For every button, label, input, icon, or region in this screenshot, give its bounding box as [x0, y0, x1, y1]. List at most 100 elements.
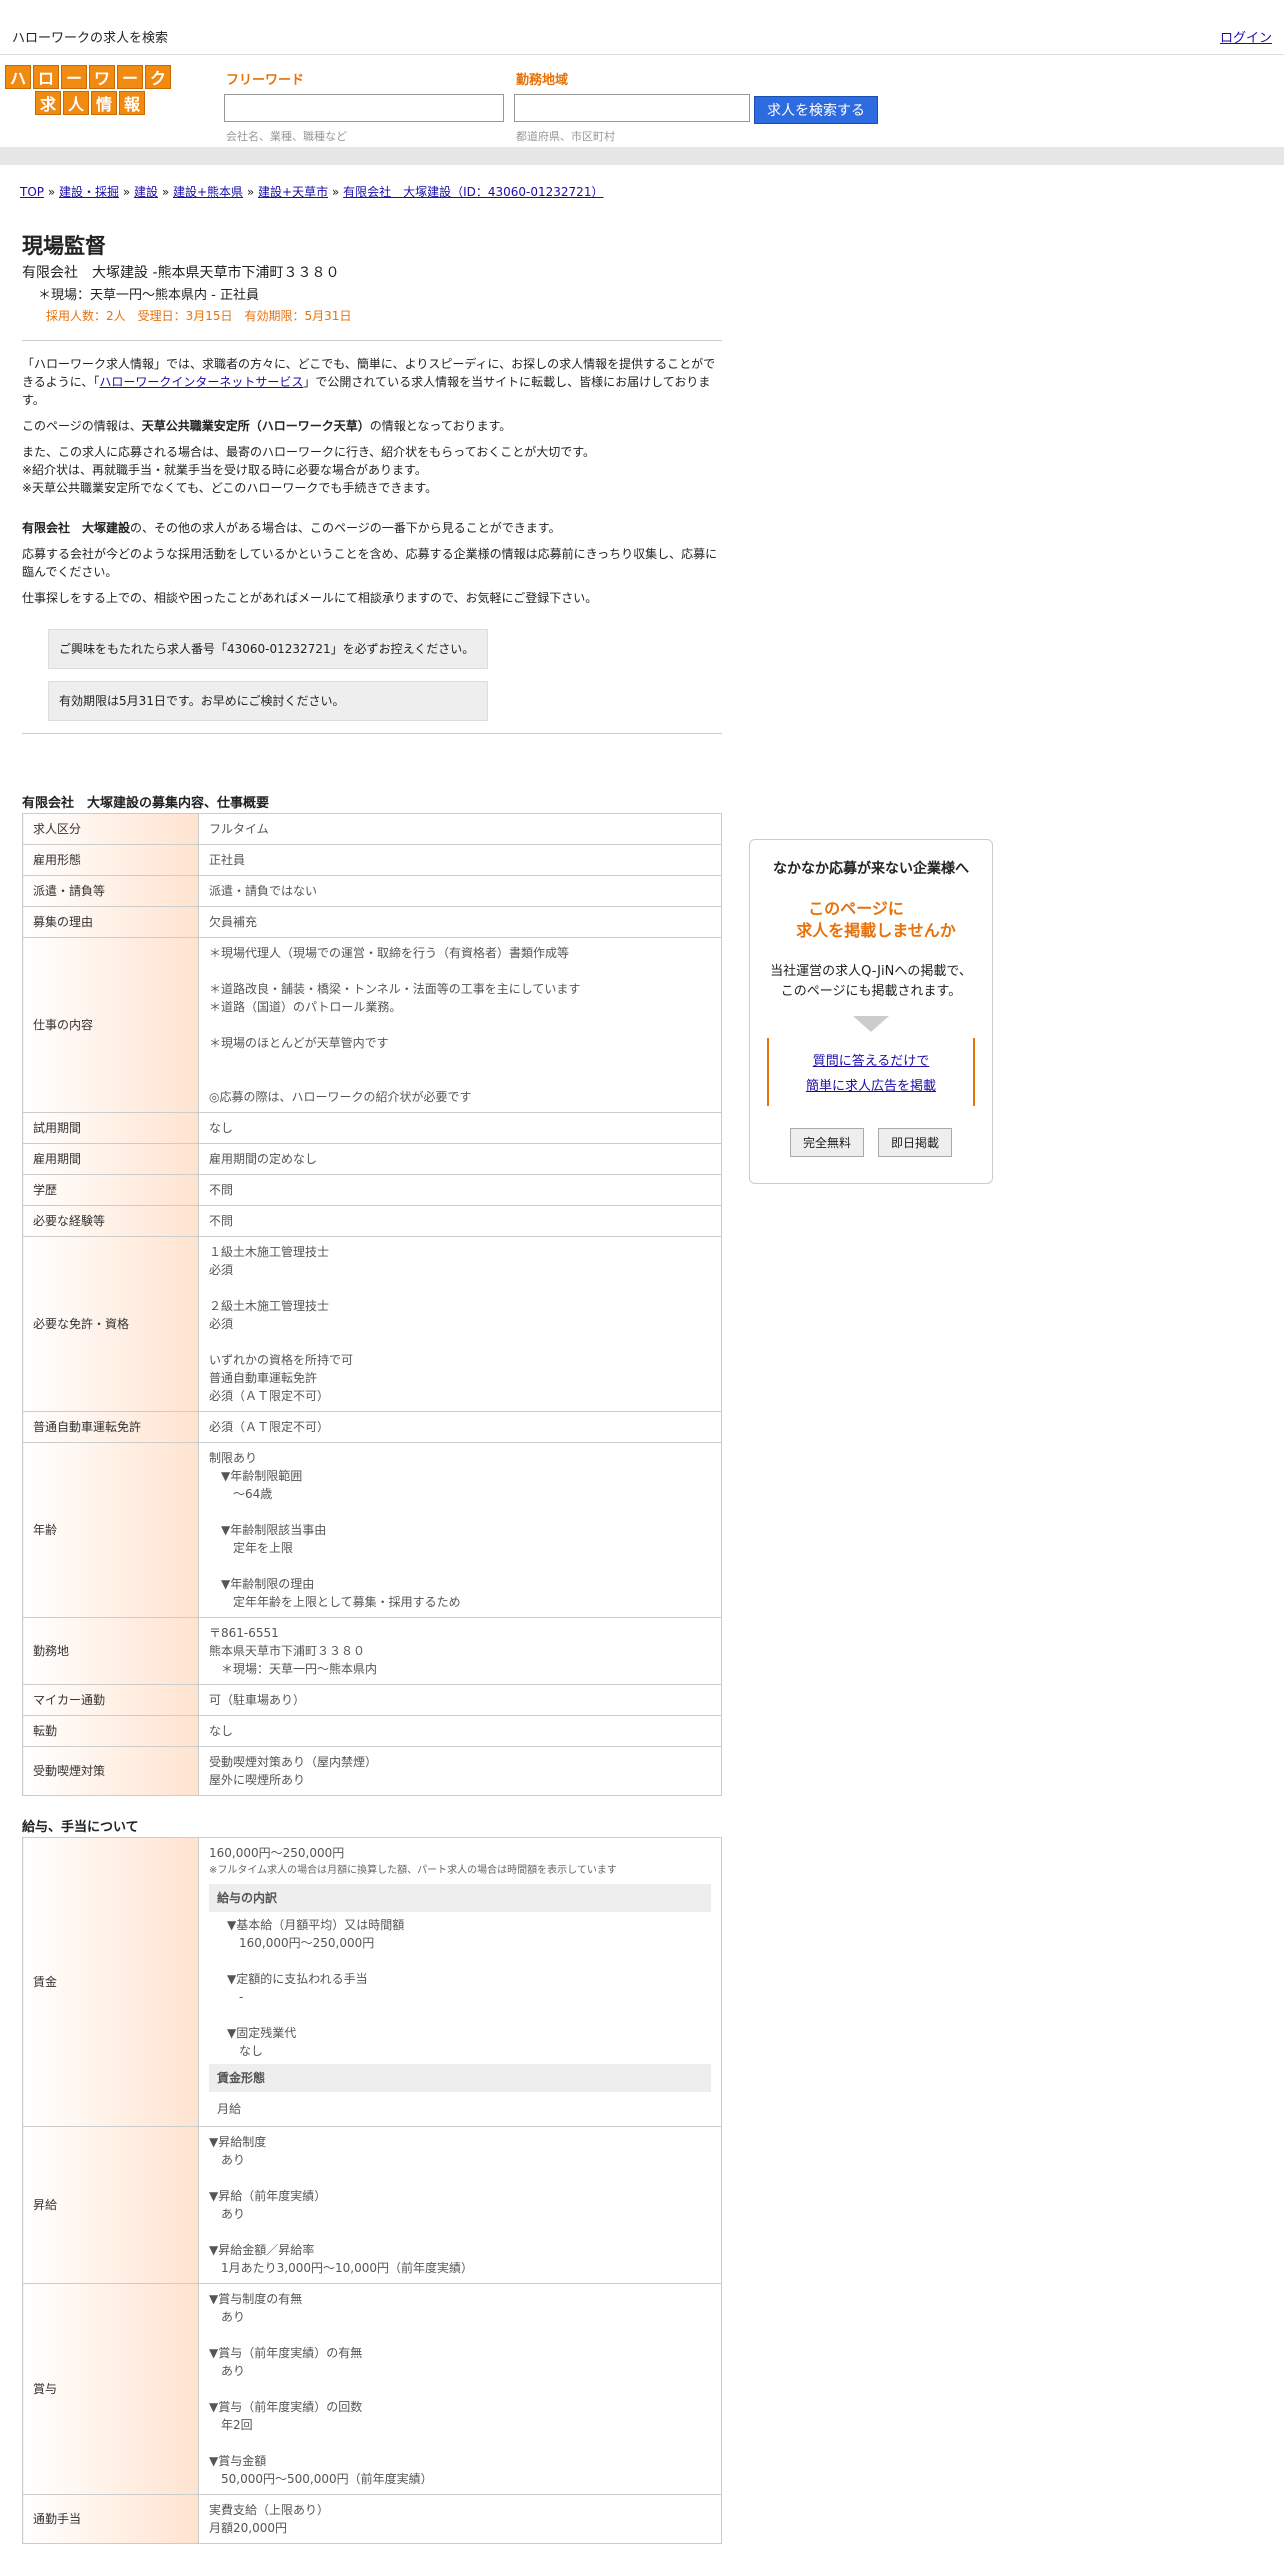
value-line: あり — [209, 2364, 246, 2378]
value-line: 必須（ＡＴ限定不可） — [209, 1389, 330, 1403]
value-line: なし — [209, 1121, 234, 1135]
breadcrumb-separator: » — [44, 185, 59, 199]
value-line: 屋外に喫煙所あり — [209, 1773, 306, 1787]
value-line: ▼賞与（前年度実績）の有無 — [209, 2346, 363, 2360]
row-label: 派遣・請負等 — [22, 875, 199, 907]
breadcrumb-link[interactable]: 建設+天草市 — [258, 185, 328, 199]
search-header: ハローワーク 求人情報 フリーワード 会社名、業種、職種など 勤務地域 都道府県… — [0, 55, 1284, 165]
site-title: ハローワークの求人を検索 — [12, 31, 169, 46]
table-row: 仕事の内容 ＊現場代理人（現場での運営・取締を行う（有資格者）書類作成等 ＊道路改良… — [22, 937, 722, 1113]
breadcrumb-link[interactable]: 建設・採掘 — [59, 185, 119, 199]
value-line: 年2回 — [209, 2418, 253, 2432]
value-line: あり — [209, 2153, 246, 2167]
value-line: フルタイム — [209, 822, 269, 836]
expiry-notice: 有効期限は5月31日です。お早めにご検討ください。 — [48, 681, 488, 721]
freeword-label: フリーワード — [226, 73, 305, 88]
wage-breakdown-title: 給与の内訳 — [209, 1884, 711, 1912]
logo-char: 求 — [35, 91, 61, 115]
consult-note: 仕事探しをする上での、相談や困ったことがあればメールにて相談承りますので、お気軽… — [22, 591, 598, 605]
value-line — [227, 1952, 711, 1970]
row-value: 必須（ＡＴ限定不可） — [198, 1411, 722, 1443]
office-info: このページの情報は、天草公共職業安定所（ハローワーク天草）の情報となっております… — [22, 419, 512, 433]
row-value: なし — [198, 1112, 722, 1144]
location-line: ＊現場：天草一円～熊本県内 - 正社員 — [38, 288, 259, 303]
ad-link-easy-answer[interactable]: 質問に答えるだけで — [769, 1050, 973, 1069]
wage-form: 月給 — [217, 2102, 242, 2116]
section-title-wage: 給与、手当について — [22, 1820, 139, 1835]
table-row: 賞与 ▼賞与制度の有無 あり ▼賞与（前年度実績）の有無 あり ▼賞与（前年度実績）の… — [22, 2283, 722, 2495]
row-label: 普通自動車運転免許 — [22, 1411, 199, 1443]
top-bar: ハローワークの求人を検索 ログイン — [0, 0, 1284, 55]
value-line: ＊道路（国道）のパトロール業務。 — [209, 1000, 402, 1014]
value-line — [209, 1279, 711, 1297]
table-row: 派遣・請負等 派遣・請負ではない — [22, 875, 722, 907]
table-row: マイカー通勤 可（駐車場あり） — [22, 1684, 722, 1716]
ad-title: なかなか応募が来ない企業様へ — [773, 861, 969, 877]
hellowork-internet-service-link[interactable]: ハローワークインターネットサービス — [99, 375, 303, 389]
value-line: ▼基本給（月額平均）又は時間額 — [227, 1918, 405, 1932]
referral-note: また、この求人に応募される場合は、最寄のハローワークに行き、紹介状をもらっておく… — [22, 445, 596, 459]
free-badge[interactable]: 完全無料 — [789, 1128, 864, 1157]
row-label: 年齢 — [22, 1442, 199, 1618]
value-line: 定年を上限 — [209, 1541, 294, 1555]
row-value: １級土木施工管理技士 必須 ２級土木施工管理技士 必須 いずれかの資格を所持で可 普通自動… — [198, 1236, 722, 1412]
ad-link-post-ad[interactable]: 簡単に求人広告を掲載 — [769, 1075, 973, 1094]
value-line: 正社員 — [209, 853, 246, 867]
value-line: ▼昇給金額／昇給率 — [209, 2243, 315, 2257]
value-line — [209, 962, 711, 980]
main-content: 現場監督 有限会社 大塚建設 -熊本県天草市下浦町３３８０ ＊現場：天草一円～熊… — [22, 230, 722, 2544]
value-line: なし — [209, 1724, 234, 1738]
row-label: 必要な免許・資格 — [22, 1236, 199, 1412]
other-jobs-note: 有限会社 大塚建設の、その他の求人がある場合は、このページの一番下から見ることが… — [22, 521, 561, 535]
value-line: ▼年齢制限の理由 — [209, 1577, 315, 1591]
table-row: 学歴 不問 — [22, 1174, 722, 1206]
table-row: 必要な経験等 不問 — [22, 1205, 722, 1237]
value-line — [209, 2223, 711, 2241]
table-row: 普通自動車運転免許 必須（ＡＴ限定不可） — [22, 1411, 722, 1443]
value-line: １級土木施工管理技士 — [209, 1245, 330, 1259]
row-label: 昇給 — [22, 2126, 199, 2284]
area-input[interactable] — [514, 94, 750, 122]
ad-links: 質問に答えるだけで 簡単に求人広告を掲載 — [767, 1038, 975, 1106]
row-value: 実費支給（上限あり） 月額20,000円 — [198, 2494, 722, 2544]
value-line: あり — [209, 2207, 246, 2221]
freeword-input[interactable] — [224, 94, 504, 122]
search-button[interactable]: 求人を検索する — [754, 96, 878, 124]
row-value: 可（駐車場あり） — [198, 1684, 722, 1716]
table-row: 必要な免許・資格 １級土木施工管理技士 必須 ２級土木施工管理技士 必須 いずれかの資格を… — [22, 1236, 722, 1412]
row-label: 賞与 — [22, 2283, 199, 2495]
freeword-hint: 会社名、業種、職種など — [226, 130, 347, 143]
same-day-badge[interactable]: 即日掲載 — [878, 1128, 953, 1157]
value-line: ２級土木施工管理技士 — [209, 1299, 330, 1313]
referral-note-3: ※天草公共職業安定所でなくても、どこのハローワークでも手続きできます。 — [22, 481, 438, 495]
value-line: ▼昇給（前年度実績） — [209, 2189, 327, 2203]
value-line — [209, 1333, 711, 1351]
table-row: 賃金 160,000円〜250,000円 ※フルタイム求人の場合は月額に換算した… — [22, 1837, 722, 2127]
row-label: 試用期間 — [22, 1112, 199, 1144]
value-line: 50,000円〜500,000円（前年度実績） — [209, 2472, 433, 2486]
logo-char: ワ — [89, 65, 115, 89]
logo-char: 情 — [91, 91, 117, 115]
breadcrumb-link[interactable]: 建設 — [134, 185, 158, 199]
value-line: 熊本県天草市下浦町３３８０ — [209, 1644, 366, 1658]
hellowork-logo[interactable]: ハローワーク 求人情報 — [5, 65, 181, 117]
breadcrumb-link[interactable]: TOP — [20, 185, 44, 199]
value-line: 必須 — [209, 1263, 234, 1277]
job-number-notice: ご興味をもたれたら求人番号「43060-01232721」を必ずお控えください。 — [48, 629, 488, 669]
breadcrumb-link[interactable]: 有限会社 大塚建設（ID：43060-01232721） — [343, 185, 603, 199]
wage-table: 賃金 160,000円〜250,000円 ※フルタイム求人の場合は月額に換算した… — [22, 1837, 722, 2544]
table-row: 年齢 制限あり ▼年齢制限範囲 〜64歳 ▼年齢制限該当事由 定年を上限 ▼年齢制… — [22, 1442, 722, 1618]
row-value: ＊現場代理人（現場での運営・取締を行う（有資格者）書類作成等 ＊道路改良・舗装・橋… — [198, 937, 722, 1113]
row-value: 〒861-6551 熊本県天草市下浦町３３８０ ＊現場：天草一円～熊本県内 — [198, 1617, 722, 1685]
value-line: ＊道路改良・舗装・橋梁・トンネル・法面等の工事を主にしています — [209, 982, 581, 996]
login-link[interactable]: ログイン — [1220, 27, 1272, 46]
row-value: 不問 — [198, 1205, 722, 1237]
value-line: 不問 — [209, 1214, 234, 1228]
value-line: - — [227, 1990, 244, 2004]
breadcrumb-separator: » — [119, 185, 134, 199]
breadcrumb-link[interactable]: 建設+熊本県 — [173, 185, 243, 199]
row-label: 通勤手当 — [22, 2494, 199, 2544]
logo-char: 報 — [119, 91, 145, 115]
value-line: いずれかの資格を所持で可 — [209, 1353, 354, 1367]
value-line: 制限あり — [209, 1451, 258, 1465]
